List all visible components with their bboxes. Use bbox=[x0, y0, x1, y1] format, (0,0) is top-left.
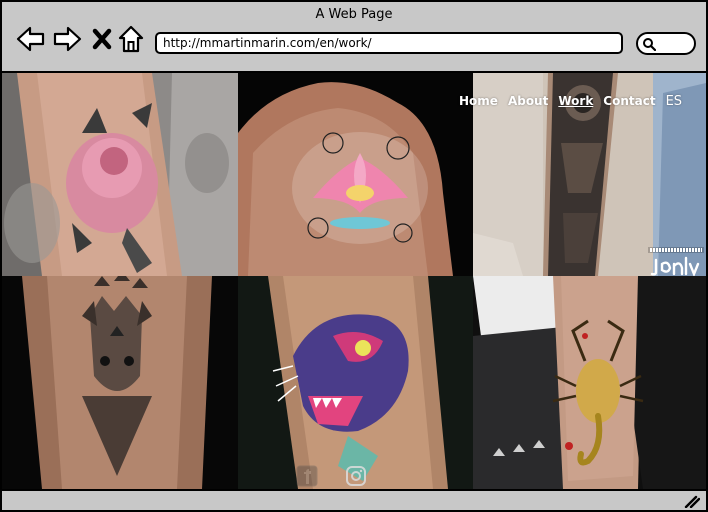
logo-mark bbox=[648, 247, 704, 276]
home-icon bbox=[118, 25, 144, 53]
gallery-tile-panther[interactable] bbox=[238, 276, 473, 489]
language-switch-link[interactable]: ES bbox=[666, 94, 682, 109]
window-title: A Web Page bbox=[315, 7, 393, 22]
forward-button[interactable] bbox=[52, 24, 82, 54]
gallery-tile-rose[interactable] bbox=[2, 73, 238, 276]
instagram-link[interactable] bbox=[345, 465, 367, 487]
gallery-tile-lotus[interactable] bbox=[238, 73, 473, 276]
facebook-icon bbox=[296, 465, 318, 487]
site-navigation: Home About Work Contact ES bbox=[459, 93, 682, 109]
gallery-tile-scorpion[interactable] bbox=[473, 276, 706, 489]
stop-button[interactable] bbox=[90, 24, 114, 54]
nav-about-link[interactable]: About bbox=[508, 94, 548, 108]
back-button[interactable] bbox=[16, 24, 46, 54]
status-bar bbox=[2, 489, 706, 510]
gallery-tile-cat[interactable] bbox=[2, 276, 238, 489]
address-bar[interactable]: http://mmartinmarin.com/en/work/ bbox=[155, 32, 623, 54]
panther-tattoo-photo bbox=[238, 276, 473, 489]
arrow-right-icon bbox=[53, 26, 82, 52]
site-logo[interactable] bbox=[648, 246, 704, 276]
scorpion-tattoo-photo bbox=[473, 276, 706, 489]
page-content: Home About Work Contact ES bbox=[2, 73, 706, 489]
close-icon bbox=[92, 28, 112, 50]
nav-contact-link[interactable]: Contact bbox=[603, 94, 655, 108]
lotus-tattoo-photo bbox=[238, 73, 473, 276]
rose-tattoo-photo bbox=[2, 73, 238, 276]
search-icon bbox=[643, 38, 656, 51]
arrow-left-icon bbox=[16, 26, 45, 52]
home-button[interactable] bbox=[118, 24, 144, 54]
nav-home-link[interactable]: Home bbox=[459, 94, 498, 108]
browser-window: A Web Page http://mmartinmarin.com/en/wo… bbox=[0, 0, 708, 512]
nav-work-link[interactable]: Work bbox=[558, 94, 593, 108]
instagram-icon bbox=[346, 466, 366, 486]
resize-grip-icon[interactable] bbox=[684, 494, 700, 508]
browser-toolbar: A Web Page http://mmartinmarin.com/en/wo… bbox=[2, 2, 706, 73]
cat-tattoo-photo bbox=[2, 276, 238, 489]
facebook-link[interactable] bbox=[296, 465, 318, 487]
search-input[interactable] bbox=[636, 32, 696, 55]
